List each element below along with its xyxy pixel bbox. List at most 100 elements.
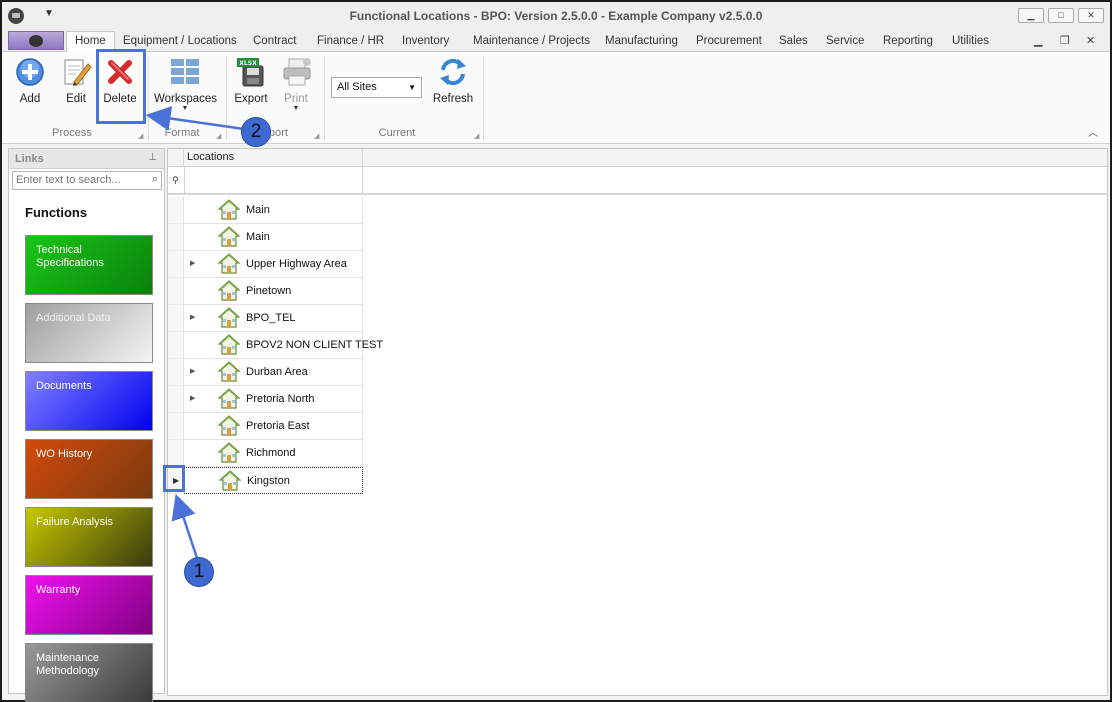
pin-icon[interactable]: ⊥ [148, 152, 157, 163]
tile-technical-specifications[interactable]: Technical Specifications [25, 235, 153, 295]
location-cell[interactable]: ▶ Pretoria North [184, 386, 363, 413]
collapse-ribbon-icon[interactable]: ︿ [1088, 124, 1098, 139]
table-row[interactable]: ▶ Kingston [168, 467, 363, 494]
table-row[interactable]: Main [168, 224, 363, 251]
tile-warranty[interactable]: Warranty [25, 575, 153, 635]
add-button[interactable]: Add [14, 56, 46, 105]
links-search-input[interactable] [13, 172, 141, 188]
edit-label: Edit [66, 93, 86, 105]
tile-failure-analysis[interactable]: Failure Analysis [25, 507, 153, 567]
tab-utilities[interactable]: Utilities [952, 35, 989, 47]
location-cell[interactable]: Richmond [184, 440, 363, 467]
location-house-icon [217, 334, 241, 356]
print-dropdown-icon: ▼ [292, 105, 300, 112]
maximize-button[interactable]: □ [1048, 8, 1074, 23]
workspaces-button[interactable]: Workspaces ▼ [154, 56, 217, 113]
highlight-box-row-indicator [163, 465, 185, 492]
refresh-button[interactable]: Refresh [432, 56, 474, 105]
tile-maintenance-methodology[interactable]: Maintenance Methodology [25, 643, 153, 702]
row-indicator-header [168, 149, 184, 167]
row-indicator[interactable] [168, 251, 184, 278]
location-cell[interactable]: Main [184, 197, 363, 224]
auto-filter-row: ⚲ [168, 167, 1107, 195]
table-row[interactable]: ▶ Upper Highway Area [168, 251, 363, 278]
row-indicator[interactable] [168, 386, 184, 413]
locations-filter-cell[interactable] [184, 167, 363, 193]
group-label-process: Process [52, 127, 92, 139]
expand-arrow-icon[interactable]: ▶ [190, 313, 195, 321]
location-cell[interactable]: Pretoria East [184, 413, 363, 440]
location-name: Pretoria East [246, 420, 310, 432]
row-indicator[interactable] [168, 224, 184, 251]
table-row[interactable]: Pinetown [168, 278, 363, 305]
expand-arrow-icon[interactable]: ▶ [190, 367, 195, 375]
tab-equipment-locations[interactable]: Equipment / Locations [123, 35, 237, 47]
tab-finance-hr[interactable]: Finance / HR [317, 35, 384, 47]
row-indicator[interactable] [168, 359, 184, 386]
workspaces-dropdown-icon: ▼ [181, 105, 189, 112]
row-indicator[interactable] [168, 278, 184, 305]
location-cell[interactable]: Pinetown [184, 278, 363, 305]
table-row[interactable]: Main [168, 197, 363, 224]
tile-documents[interactable]: Documents [25, 371, 153, 431]
tab-inventory[interactable]: Inventory [402, 35, 449, 47]
links-panel: Links ⊥ ⌕ Functions Technical Specificat… [8, 148, 165, 702]
tab-service[interactable]: Service [826, 35, 864, 47]
table-row[interactable]: BPOV2 NON CLIENT TEST [168, 332, 383, 359]
edit-button[interactable]: Edit [60, 56, 92, 105]
expand-arrow-icon[interactable]: ▶ [190, 394, 195, 402]
row-indicator[interactable] [168, 440, 184, 467]
application-menu-button[interactable] [8, 31, 64, 50]
tab-procurement[interactable]: Procurement [696, 35, 762, 47]
table-row[interactable]: Richmond [168, 440, 363, 467]
location-name: Kingston [247, 475, 290, 487]
site-selector[interactable]: All Sites ▼ [331, 77, 422, 98]
location-cell[interactable]: ▶ BPO_TEL [184, 305, 363, 332]
format-launcher-icon[interactable]: ◢ [216, 132, 221, 140]
mdi-close-icon[interactable]: ✕ [1086, 34, 1095, 47]
tab-sales[interactable]: Sales [779, 35, 808, 47]
mdi-minimize-icon[interactable]: ▁ [1034, 34, 1042, 47]
tab-contract[interactable]: Contract [253, 35, 296, 47]
locations-grid: Locations ⚲ Main Main ▶ Upper Highway Area P… [167, 148, 1108, 696]
highlight-box-delete [96, 49, 146, 124]
process-launcher-icon[interactable]: ◢ [138, 132, 143, 140]
location-cell[interactable]: Main [184, 224, 363, 251]
links-panel-header: Links ⊥ [9, 149, 164, 169]
close-button[interactable]: ✕ [1078, 8, 1104, 23]
table-row[interactable]: ▶ BPO_TEL [168, 305, 363, 332]
expand-arrow-icon[interactable]: ▶ [190, 259, 195, 267]
export-launcher-icon[interactable]: ◢ [314, 132, 319, 140]
mdi-restore-icon[interactable]: ❐ [1060, 34, 1070, 47]
tile-wo-history[interactable]: WO History [25, 439, 153, 499]
column-header-locations[interactable]: Locations [184, 149, 363, 167]
location-cell[interactable]: BPOV2 NON CLIENT TEST [184, 332, 383, 359]
tab-maintenance-projects[interactable]: Maintenance / Projects [473, 35, 590, 47]
minimize-button[interactable]: ▁ [1018, 8, 1044, 23]
table-row[interactable]: ▶ Pretoria North [168, 386, 363, 413]
location-cell[interactable]: ▶ Upper Highway Area [184, 251, 363, 278]
location-cell[interactable]: ▶ Durban Area [184, 359, 363, 386]
export-icon: XLSX [235, 56, 267, 88]
row-indicator[interactable] [168, 332, 184, 359]
tab-reporting[interactable]: Reporting [883, 35, 933, 47]
print-button[interactable]: Print ▼ [281, 56, 311, 113]
row-indicator[interactable] [168, 413, 184, 440]
row-indicator[interactable] [168, 305, 184, 332]
refresh-icon [437, 56, 469, 88]
table-row[interactable]: ▶ Durban Area [168, 359, 363, 386]
current-launcher-icon[interactable]: ◢ [474, 132, 479, 140]
location-house-icon [218, 470, 242, 492]
print-label: Print [284, 93, 308, 105]
tile-additional-data[interactable]: Additional Data [25, 303, 153, 363]
location-cell[interactable]: Kingston [184, 467, 363, 494]
location-name: Main [246, 231, 270, 243]
app-window: ▼ Functional Locations - BPO: Version 2.… [0, 0, 1112, 702]
export-button[interactable]: XLSX Export [232, 56, 270, 105]
site-selector-value: All Sites [337, 81, 377, 93]
tab-manufacturing[interactable]: Manufacturing [605, 35, 678, 47]
search-icon[interactable]: ⌕ [152, 173, 158, 186]
row-indicator[interactable] [168, 197, 184, 224]
table-row[interactable]: Pretoria East [168, 413, 363, 440]
location-house-icon [217, 226, 241, 248]
